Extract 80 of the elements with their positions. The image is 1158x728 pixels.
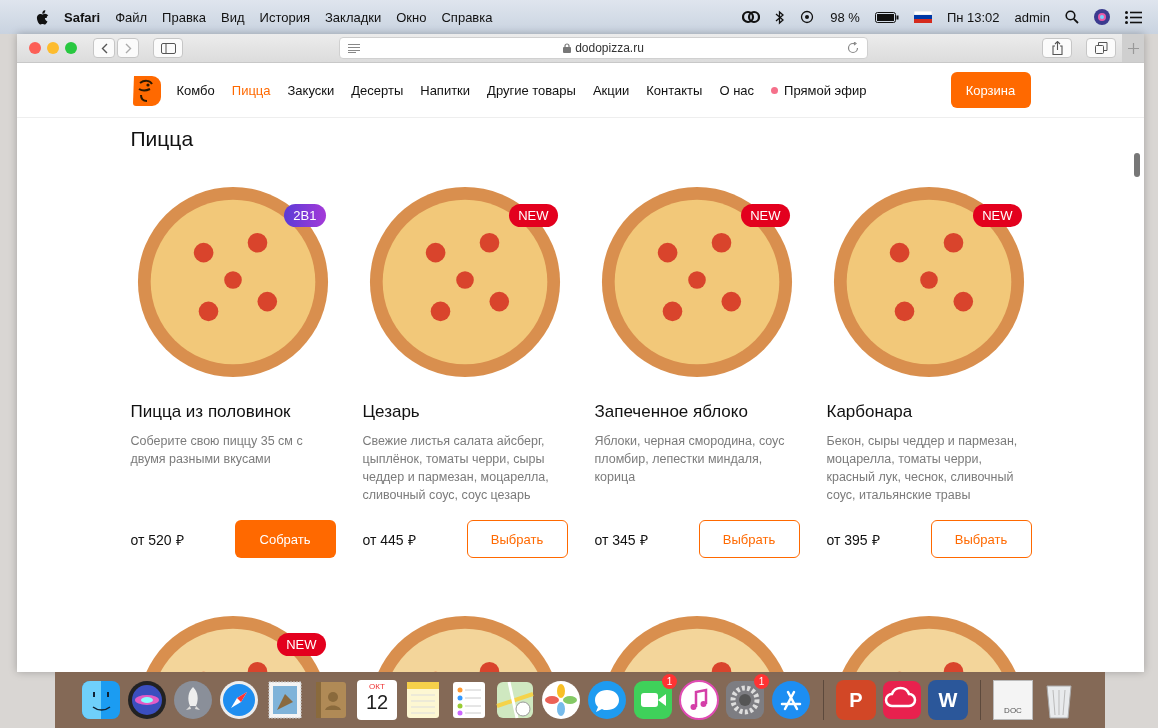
nav-link[interactable]: Закуски (287, 82, 335, 98)
product-badge: NEW (973, 204, 1022, 227)
menu-item[interactable]: Окно (396, 9, 427, 25)
pizza-title: Цезарь (362, 402, 421, 422)
pizza-title: Карбонара (826, 402, 914, 422)
menu-item[interactable]: История (259, 9, 310, 25)
menu-item[interactable]: Файл (115, 9, 148, 25)
music-note-icon[interactable] (679, 680, 719, 720)
cloud-rings-icon[interactable] (882, 680, 922, 720)
menu-item[interactable]: Закладки (325, 9, 382, 25)
pizza-description: Бекон, сыры чеддер и пармезан, моцарелла, томаты черри, красный лук, чеснок, сливочный соус, итальянские травы (826, 433, 1019, 504)
notification-badge: 1 (662, 674, 677, 689)
calendar-icon[interactable]: ОКТ 12 (357, 680, 397, 720)
sidebar-button[interactable] (153, 38, 183, 58)
product-badge: NEW (277, 633, 326, 656)
tabs-button[interactable] (1086, 38, 1116, 58)
nav-link[interactable]: Акции (592, 82, 630, 98)
battery-percentage: 98 % (830, 9, 860, 25)
share-button[interactable] (1042, 38, 1072, 58)
app-store-icon[interactable] (771, 680, 811, 720)
document-icon[interactable]: DOC (993, 680, 1033, 720)
nav-link[interactable]: Другие товары (487, 82, 576, 98)
price: от 345 ₽ (594, 530, 648, 549)
nav-link[interactable]: Десерты (351, 82, 404, 98)
letter-icon[interactable]: W (928, 680, 968, 720)
nav-link[interactable]: О нас (719, 82, 755, 98)
bird-logo-icon[interactable] (130, 74, 161, 106)
nav-link[interactable]: Напитки (420, 82, 471, 98)
list-icon[interactable] (1125, 10, 1142, 24)
sidebar-icon (160, 42, 176, 54)
pizza-title: Пицца из половинок (130, 402, 292, 422)
back-button[interactable] (93, 38, 115, 58)
search-icon[interactable] (1065, 10, 1079, 24)
nav-link[interactable]: Прямой эфир (771, 82, 867, 98)
compass-icon[interactable] (219, 680, 259, 720)
apple-icon[interactable] (36, 9, 49, 25)
reader-icon[interactable] (348, 43, 360, 53)
sync-icon[interactable] (799, 10, 816, 24)
plus-icon (1127, 42, 1139, 54)
circles-icon[interactable] (742, 10, 761, 24)
lock-icon (563, 43, 572, 53)
price: от 395 ₽ (826, 530, 880, 549)
pizza-description: Яблоки, черная смородина, соус пломбир, лепестки миндаля, корица (594, 433, 786, 486)
clock[interactable]: Пн 13:02 (946, 9, 1000, 25)
menu-item[interactable]: Вид (221, 9, 245, 25)
tabs-icon (1094, 42, 1108, 54)
nav-link[interactable]: Комбо (176, 82, 215, 98)
flower-icon[interactable] (541, 680, 581, 720)
orb-icon[interactable] (1094, 9, 1110, 25)
map-icon[interactable] (495, 680, 535, 720)
bluetooth-icon[interactable] (775, 9, 785, 25)
flag-icon[interactable] (913, 11, 932, 23)
battery-icon[interactable] (874, 11, 899, 23)
letter-icon[interactable]: P (836, 680, 876, 720)
chevron-left-icon (100, 42, 108, 54)
section-heading: Пицца (130, 126, 195, 152)
menu-item[interactable]: Справка (441, 9, 493, 25)
chevron-right-icon (124, 42, 132, 54)
product-badge: NEW (509, 204, 558, 227)
smiling-face-icon[interactable] (81, 680, 121, 720)
menu-item[interactable]: Правка (162, 9, 207, 25)
scrollbar-thumb[interactable] (1134, 153, 1140, 177)
orb-icon[interactable] (127, 680, 167, 720)
rocket-icon[interactable] (173, 680, 213, 720)
stamp-icon[interactable] (265, 680, 305, 720)
app-menu[interactable]: Safari (64, 9, 101, 25)
chat-bubble-icon[interactable] (587, 680, 627, 720)
pizza-description: Соберите свою пиццу 35 см с двумя разными вкусами (130, 433, 304, 468)
price: от 520 ₽ (130, 530, 184, 549)
pizza-description: Свежие листья салата айсберг, цыплёнок, томаты черри, сыры чеддер и пармезан, моцарелла, сливочный соус, соус цезарь (362, 433, 550, 504)
reload-icon[interactable] (847, 42, 859, 54)
user-name[interactable]: admin (1014, 9, 1050, 25)
share-icon (1051, 41, 1063, 55)
address-field[interactable]: dodopizza.ru (339, 37, 868, 59)
product-badge: 2В1 (284, 204, 326, 227)
nav-link[interactable]: Контакты (646, 82, 703, 98)
price: от 445 ₽ (362, 530, 416, 549)
product-badge: NEW (741, 204, 790, 227)
pizza-title: Запеченное яблоко (594, 402, 749, 422)
notification-badge: 1 (754, 674, 769, 689)
